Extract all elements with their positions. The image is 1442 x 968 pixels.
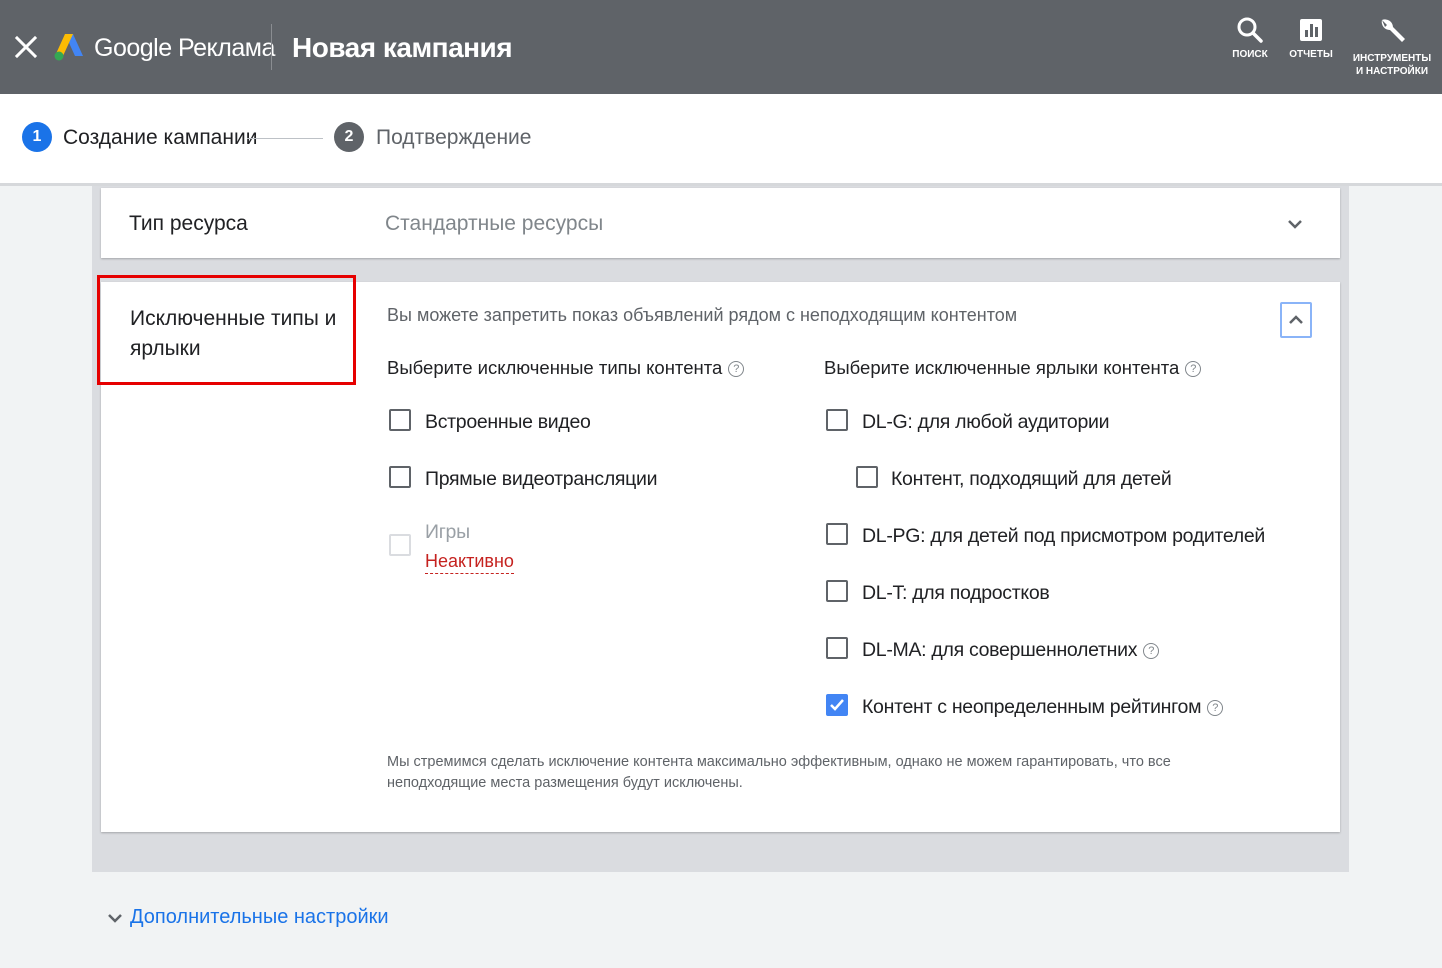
checkbox-label: Контент с неопределенным рейтингом? (862, 696, 1224, 719)
collapse-button[interactable] (1280, 302, 1312, 338)
search-icon (1237, 17, 1263, 43)
checkbox-games (389, 534, 411, 556)
resource-type-value: Стандартные ресурсы (385, 212, 604, 235)
checkmark-icon (830, 699, 844, 711)
help-icon[interactable]: ? (728, 361, 745, 378)
chevron-up-icon (1289, 315, 1303, 324)
step-1-label[interactable]: Создание кампании (63, 126, 257, 150)
checkbox-unrated-content[interactable] (826, 694, 848, 716)
checkbox-dl-pg[interactable] (826, 523, 848, 545)
chevron-down-icon (108, 913, 122, 923)
checkbox-live-streams[interactable] (389, 466, 411, 488)
help-icon[interactable]: ? (1185, 361, 1202, 378)
checkbox-label: Игры (425, 521, 470, 543)
exclusions-intro: Вы можете запретить показ объявлений ряд… (387, 305, 1018, 325)
header-divider (271, 24, 272, 70)
checkbox-dl-t[interactable] (826, 580, 848, 602)
wrench-icon (1381, 19, 1405, 42)
brand-name: Google Реклама (94, 34, 275, 62)
reports-icon (1300, 19, 1322, 41)
step-2-number: 2 (334, 122, 364, 152)
checkbox-label: Прямые видеотрансляции (425, 468, 658, 490)
checkbox-label: DL-G: для любой аудитории (862, 411, 1110, 433)
top-app-bar: Google Реклама Новая кампания ПОИСК ОТЧЕ… (0, 0, 1442, 94)
checkbox-label: DL-MA: для совершеннолетних? (862, 639, 1160, 662)
checkbox-label: DL-T: для подростков (862, 582, 1050, 604)
step-1-number: 1 (22, 122, 52, 152)
search-button[interactable]: ПОИСК (1228, 16, 1272, 61)
help-icon[interactable]: ? (1143, 642, 1160, 659)
disclaimer-text: Мы стремимся сделать исключение контента… (387, 754, 1171, 791)
reports-button[interactable]: ОТЧЕТЫ (1286, 16, 1336, 61)
search-label: ПОИСК (1232, 49, 1268, 60)
exclusions-label: Исключенные типы и ярлыки (130, 307, 337, 360)
page-title: Новая кампания (292, 32, 513, 63)
chevron-down-icon[interactable] (1281, 210, 1309, 238)
step-connector (247, 138, 323, 139)
advanced-settings-link[interactable]: Дополнительные настройки (106, 906, 389, 929)
checkbox-dl-g[interactable] (826, 409, 848, 431)
google-ads-logo-icon (54, 32, 84, 62)
content-types-heading: Выберите исключенные типы контента? (387, 357, 745, 379)
step-2-label[interactable]: Подтверждение (376, 126, 531, 150)
help-icon[interactable]: ? (1207, 699, 1224, 716)
resource-type-label: Тип ресурса (129, 212, 248, 235)
inactive-status-link[interactable]: Неактивно (425, 551, 514, 574)
checkbox-embedded-videos[interactable] (389, 409, 411, 431)
tools-settings-button[interactable]: ИНСТРУМЕНТЫ И НАСТРОЙКИ (1348, 16, 1436, 78)
resource-type-section[interactable]: Тип ресурса Стандартные ресурсы (101, 188, 1340, 258)
close-icon[interactable] (12, 30, 40, 62)
checkbox-family-content[interactable] (856, 466, 878, 488)
tools-label: ИНСТРУМЕНТЫ И НАСТРОЙКИ (1352, 53, 1432, 77)
reports-label: ОТЧЕТЫ (1289, 49, 1333, 60)
checkbox-dl-ma[interactable] (826, 637, 848, 659)
checkbox-label: DL-PG: для детей под присмотром родителе… (862, 525, 1265, 547)
content-labels-heading: Выберите исключенные ярлыки контента? (824, 357, 1202, 379)
checkbox-label: Контент, подходящий для детей (891, 468, 1172, 490)
campaign-stepper: 1 Создание кампании 2 Подтверждение (0, 94, 1442, 186)
checkbox-label: Встроенные видео (425, 411, 591, 433)
